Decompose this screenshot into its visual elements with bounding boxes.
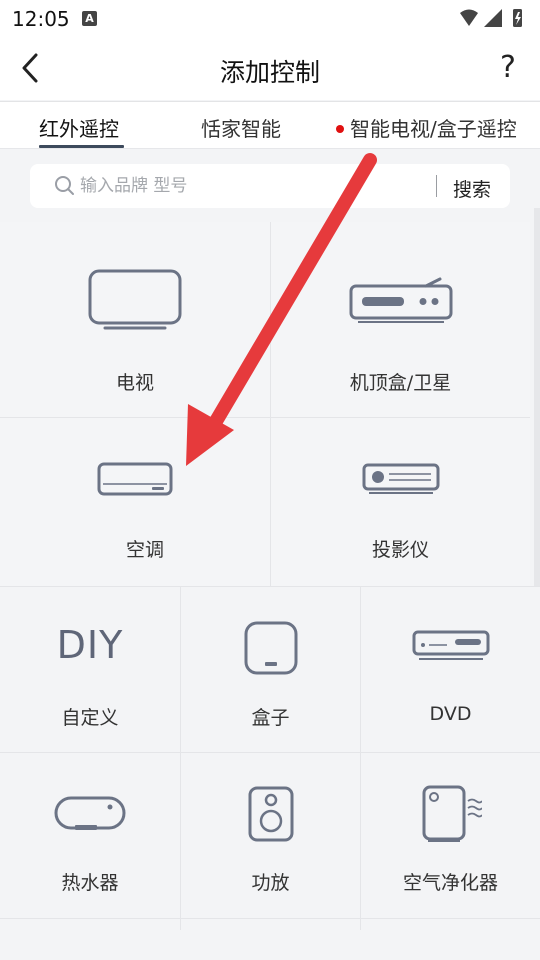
status-bar: 12:05 A [0,0,540,36]
status-icons [460,9,522,27]
device-label: 空调 [125,539,164,561]
notification-icon: A [82,11,97,26]
help-button[interactable]: ? [490,48,526,88]
chevron-left-icon [22,53,38,83]
amplifier-speaker-icon [248,786,293,842]
tab-smart-tv-box-remote[interactable]: 智能电视/盒子遥控 [336,113,517,142]
search-icon [55,176,74,195]
device-label: 功放 [251,872,290,894]
device-label: 自定义 [61,707,119,729]
status-time: 12:05 [12,7,70,31]
device-box[interactable]: 盒子 [181,587,360,753]
tv-icon [88,269,182,330]
scrollbar[interactable] [534,208,540,586]
dvd-icon [412,630,489,660]
device-dvd[interactable]: DVD [361,587,540,753]
air-purifier-icon [422,785,482,842]
search-divider [436,175,437,197]
device-projector[interactable]: 投影仪 [271,418,530,586]
app-header: 添加控制 ? [0,36,540,100]
featured-device-grid: 电视 机顶盒/卫星 空调 投影仪 [0,222,530,586]
diy-icon: DIY [56,623,124,667]
device-set-top-box[interactable]: 机顶盒/卫星 [271,222,530,417]
set-top-box-icon [349,277,452,323]
box-icon [244,621,297,675]
device-label: 盒子 [251,707,290,729]
tab-smart-tv-box-label: 智能电视/盒子遥控 [350,117,517,141]
water-heater-icon [54,796,126,830]
back-button[interactable] [14,50,50,86]
tab-tianjia-smart[interactable]: 恬家智能 [201,113,281,142]
device-label: 投影仪 [371,539,429,561]
tab-bar: 红外遥控 恬家智能 智能电视/盒子遥控 [0,101,540,149]
grid-divider [270,222,271,586]
new-badge-dot [336,125,344,133]
device-amplifier[interactable]: 功放 [181,753,360,919]
device-label: 电视 [115,372,154,394]
tab-infrared-remote[interactable]: 红外遥控 [39,113,119,142]
device-label: 空气净化器 [402,872,498,894]
device-tv[interactable]: 电视 [0,222,270,417]
page-title: 添加控制 [219,58,320,87]
grid-divider [180,586,181,930]
device-grid: DIY 自定义 盒子 DVD 热水器 功放 空气净化器 [0,586,540,960]
device-label: 机顶盒/卫星 [349,372,452,394]
device-label: DVD [429,703,472,725]
device-air-purifier[interactable]: 空气净化器 [361,753,540,919]
search-input[interactable] [80,172,440,200]
search-bar: 搜索 [30,164,510,208]
device-air-conditioner[interactable]: 空调 [0,418,270,586]
grid-divider [360,586,361,930]
tab-selected-indicator [39,145,124,148]
device-water-heater[interactable]: 热水器 [0,753,180,919]
device-label: 热水器 [61,872,119,894]
grid-divider [0,417,530,418]
air-conditioner-icon [97,462,173,496]
search-button[interactable]: 搜索 [453,175,491,202]
grid-divider [0,918,540,919]
device-diy[interactable]: DIY 自定义 [0,587,180,753]
projector-icon [362,463,439,494]
